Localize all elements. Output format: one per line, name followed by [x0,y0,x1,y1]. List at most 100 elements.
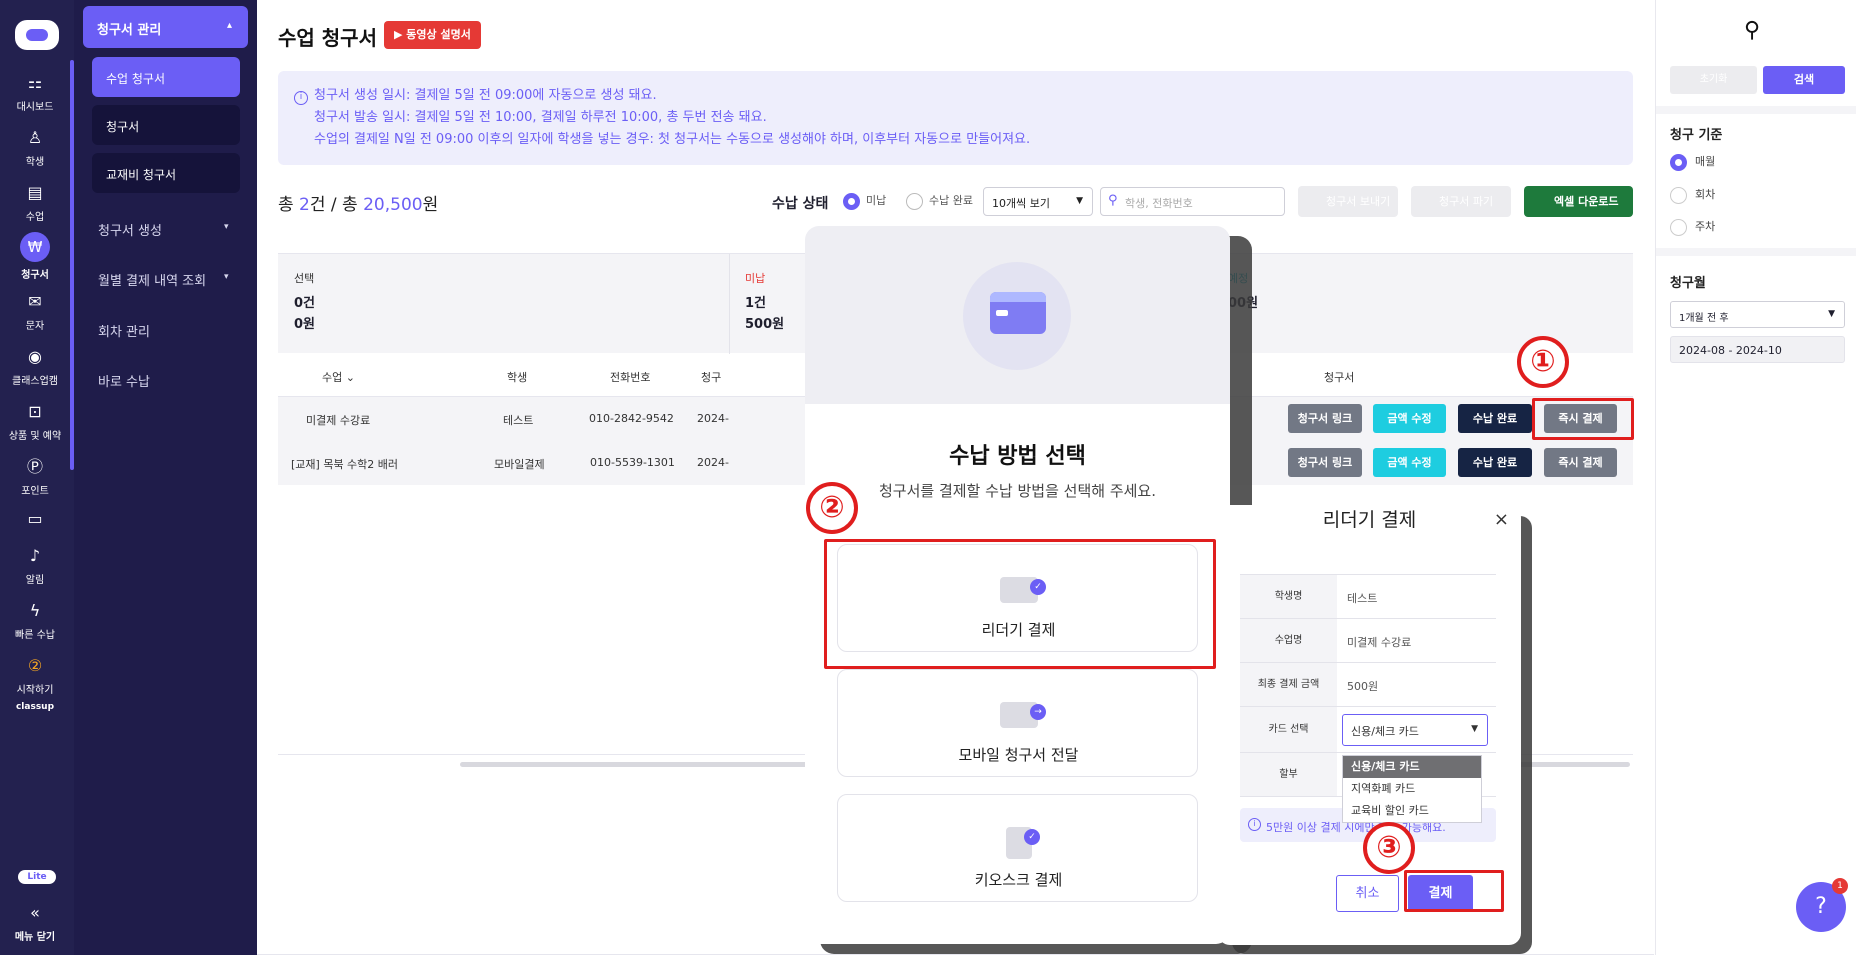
students-icon: ♙ [27,128,43,147]
select-value: 1개월 전 후 [1679,313,1729,324]
edit-amount-button[interactable]: 금액 수정 [1373,448,1446,477]
info-icon: i [1248,818,1261,831]
subnav-invoice[interactable]: 청구서 [92,105,240,145]
chat-icon: ▭ [27,509,43,528]
rail-label: 메뉴 닫기 [14,932,56,943]
menu-session-management[interactable]: 회차 관리 [98,321,150,340]
menu-monthly-payments[interactable]: 월별 결제 내역 조회 ▾ [98,270,229,289]
menu-label: 청구서 생성 [98,224,162,239]
subnav-class-invoice[interactable]: 수업 청구서 [92,57,240,97]
detail-row: 최종 결제 금액 500원 [1240,663,1496,707]
classup-logo[interactable] [15,20,59,50]
detail-key: 수업명 [1240,619,1337,662]
detail-row: 학생명 테스트 [1240,575,1496,619]
option-kiosk[interactable]: ✓ 키오스크 결제 [837,794,1198,902]
radio-off-icon [906,192,923,210]
caret-down-icon: ▾ [224,222,229,232]
rail-collapse[interactable]: « 메뉴 닫기 [0,902,70,943]
menu-label: 바로 수납 [98,375,150,390]
button-label: 엑셀 다운로드 [1554,195,1619,208]
detail-key: 할부 [1240,753,1337,796]
basis-session-radio[interactable]: 회차 [1670,186,1715,204]
menu-create-invoice[interactable]: 청구서 생성 ▾ [98,220,229,239]
rail-messages[interactable]: ✉ 문자 [0,291,70,332]
status-unpaid-radio[interactable]: 미납 [843,192,886,210]
delete-invoice-button[interactable]: 청구서 파기 [1411,186,1511,217]
basis-weekly-radio[interactable]: 주차 [1670,218,1715,236]
excel-download-button[interactable]: 엑셀 다운로드 [1524,186,1633,217]
radio-on-icon [843,192,860,210]
page-size-select[interactable]: 10개씩 보기 ▼ [983,187,1093,216]
totals-text: 원 [422,195,439,215]
divider [729,254,730,354]
column-course[interactable]: 수업 ⌄ [322,369,355,385]
basis-monthly-radio[interactable]: 매월 [1670,153,1715,171]
rail-chat[interactable]: ▭ [0,508,70,534]
totals-text: 총 [278,195,300,215]
radio-off-icon [1670,186,1687,204]
button-label: 청구서 보내기 [1326,195,1391,208]
rail-classes[interactable]: ▤ 수업 [0,182,70,223]
rail-students[interactable]: ♙ 학생 [0,127,70,168]
dropdown-option[interactable]: 지역화폐 카드 [1343,778,1481,800]
video-guide-button[interactable]: ▶ 동영상 설명서 [384,21,481,49]
rail-label: 수업 [25,212,45,223]
detail-value: 테스트 [1347,592,1378,605]
filter-search-button[interactable]: 검색 [1763,66,1845,94]
cell-phone: 010-5539-1301 [590,456,675,469]
detail-key: 카드 선택 [1240,707,1337,752]
radio-on-icon [1670,153,1687,171]
total-amount: 20,500 [363,195,423,215]
rail-notifications[interactable]: ♪ 알림 [0,545,70,586]
search-icon: ⚲ [1108,193,1118,208]
menu-label: 월별 결제 내역 조회 [98,274,207,289]
divider [1656,248,1856,256]
rail-label: 대시보드 [16,102,54,113]
camera-icon: ◉ [28,347,42,366]
reset-button[interactable]: 초기화 [1670,66,1757,94]
cancel-button[interactable]: 취소 [1336,875,1399,912]
card-type-select[interactable]: 신용/체크 카드 ▼ [1342,714,1488,746]
month-range-select[interactable]: 1개월 전 후 ▼ [1670,301,1845,328]
status-paid-radio[interactable]: 수납 완료 [906,192,973,210]
rail-label: 문자 [25,321,45,332]
search-input[interactable]: ⚲ 학생, 전화번호 [1100,187,1285,216]
rail-points[interactable]: Ⓟ 포인트 [0,456,70,497]
dropdown-option[interactable]: 교육비 할인 카드 [1343,800,1481,822]
close-icon[interactable]: × [1494,509,1509,530]
month-range-field[interactable]: 2024-08 - 2024-10 [1670,336,1845,363]
subnav-material-invoice[interactable]: 교재비 청구서 [92,153,240,193]
bag-icon: ⊡ [28,402,42,421]
rail-invoices[interactable]: ₩ 청구서 [0,232,70,281]
search-icon[interactable]: ⚲ [1744,18,1760,43]
rail-quick-pay[interactable]: ϟ 빠른 수납 [0,600,70,641]
billing-basis-title: 청구 기준 [1670,128,1723,143]
envelope-icon: → [1000,702,1046,728]
help-chat-button[interactable]: ? 1 [1796,878,1848,932]
send-invoice-button[interactable]: 청구서 보내기 [1298,186,1398,217]
option-mobile-invoice[interactable]: → 모바일 청구서 전달 [837,669,1198,777]
status-label: 수납 상태 [772,196,829,212]
dropdown-option[interactable]: 신용/체크 카드 [1343,756,1481,778]
mark-paid-button[interactable]: 수납 완료 [1458,448,1532,477]
menu-direct-payment[interactable]: 바로 수납 [98,371,150,390]
invoice-link-button[interactable]: 청구서 링크 [1288,404,1362,433]
detail-value: 500원 [1347,680,1379,693]
invoice-management-group[interactable]: 청구서 관리 ▴ [83,6,248,48]
rail-classup-cam[interactable]: ◉ 클래스업캠 [0,346,70,387]
edit-amount-button[interactable]: 금액 수정 [1373,404,1446,433]
mark-paid-button[interactable]: 수납 완료 [1458,404,1532,433]
rail-get-started[interactable]: ② 시작하기 [0,655,70,696]
total-count: 2 [299,195,310,215]
rail-dashboard[interactable]: ⚏ 대시보드 [0,72,70,113]
info-text: 청구서 생성 일시: 결제일 5일 전 09:00에 자동으로 생성 돼요. [314,88,657,103]
cell-date: 2024- [697,412,729,425]
option-label: 모바일 청구서 전달 [958,746,1079,764]
detail-key: 최종 결제 금액 [1240,663,1337,706]
modal-hero [805,226,1230,404]
rail-label: 학생 [25,157,45,168]
rail-products[interactable]: ⊡ 상품 및 예약 [0,401,70,442]
instant-pay-button[interactable]: 즉시 결제 [1544,448,1617,477]
caret-up-icon: ▴ [226,20,232,31]
invoice-link-button[interactable]: 청구서 링크 [1288,448,1362,477]
